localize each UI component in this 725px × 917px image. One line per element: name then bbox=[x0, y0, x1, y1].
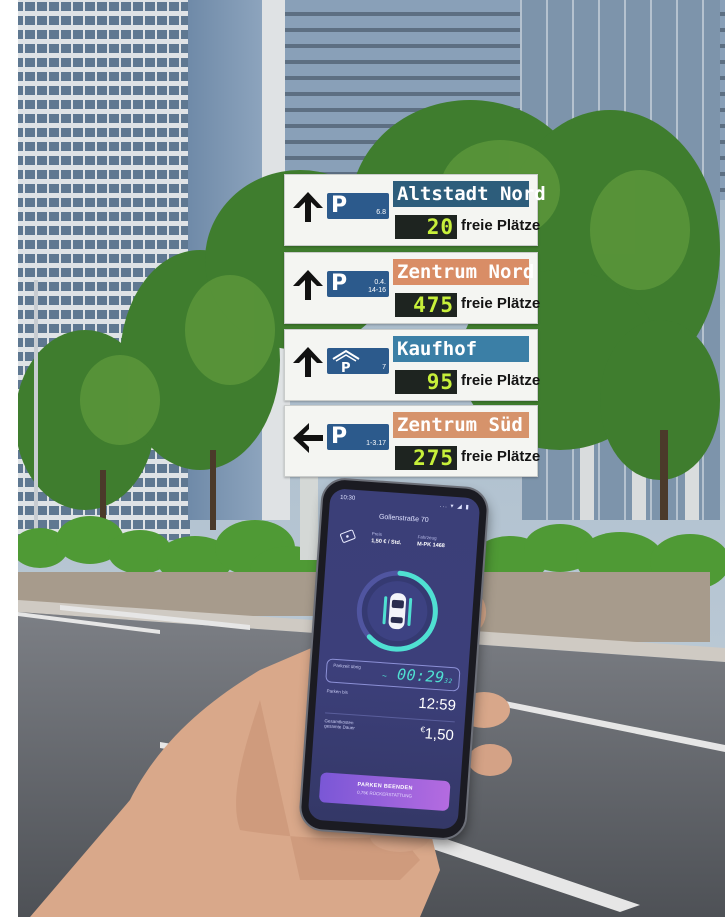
arrow-up-icon bbox=[293, 347, 323, 377]
parking-sign-2: P 0.4. 14-16 Zentrum Nord 475 freie Plät… bbox=[284, 252, 541, 324]
destination-label: Zentrum Süd bbox=[393, 412, 529, 438]
vehicle-plate: M-PK 1468 bbox=[416, 541, 446, 550]
parking-p-badge: P 1-3.17 bbox=[327, 424, 389, 450]
parking-progress-ring bbox=[356, 570, 438, 652]
vehicle-info: Fahrzeug M-PK 1468 bbox=[417, 534, 446, 549]
free-spaces-label: freie Plätze bbox=[461, 217, 541, 234]
destination-label: Altstadt Nord bbox=[393, 181, 546, 207]
parking-sign-4: P 1-3.17 Zentrum Süd 275 freie Plätze bbox=[284, 405, 541, 477]
price-value: 1,50 € / Std. bbox=[370, 538, 402, 547]
parking-code: 1-3.17 bbox=[366, 440, 386, 447]
free-spaces-count: 95 bbox=[395, 370, 457, 394]
parking-p-badge: P 0.4. 14-16 bbox=[327, 271, 389, 297]
status-bar: 10:30 ... ▾ ◢ ▮ bbox=[340, 495, 470, 511]
sign-post bbox=[300, 470, 318, 560]
parking-code: 7 bbox=[382, 364, 386, 371]
smartphone: 10:30 ... ▾ ◢ ▮ Gollenstraße 70 Preis 1,… bbox=[299, 478, 489, 840]
parking-p-letter: P bbox=[331, 193, 348, 218]
parking-garage-icon: P bbox=[332, 349, 360, 373]
parking-sign-1: P 6.8 Altstadt Nord 20 freie Plätze bbox=[284, 174, 546, 246]
street-address: Gollenstraße 70 bbox=[378, 513, 429, 525]
status-icons: ... ▾ ◢ ▮ bbox=[439, 502, 470, 511]
remaining-time-box: Parkzeit übrig ~ 00:2932 bbox=[325, 658, 461, 692]
free-spaces-label: freie Plätze bbox=[461, 448, 541, 465]
parking-ticket-icon bbox=[340, 529, 356, 543]
arrow-up-icon bbox=[293, 270, 323, 300]
parking-p-letter: P bbox=[341, 361, 351, 373]
parking-sign-3: P 7 Kaufhof 95 freie Plätze bbox=[284, 329, 541, 401]
arrow-left-icon bbox=[293, 423, 323, 453]
timer-main: 00:29 bbox=[396, 665, 446, 687]
parking-p-letter: P bbox=[331, 271, 348, 296]
destination-label: Zentrum Nord bbox=[393, 259, 534, 285]
timer-prefix: ~ bbox=[381, 671, 388, 681]
total-cost-row: Gesamtkosten gesamte Dauer €1,50 bbox=[323, 718, 454, 751]
free-spaces-label: freie Plätze bbox=[461, 372, 541, 389]
price-label: Preis bbox=[371, 531, 383, 537]
cost-amount: 1,50 bbox=[424, 725, 455, 745]
parking-info-row: Preis 1,50 € / Std. Fahrzeug M-PK 1468 bbox=[336, 527, 468, 566]
end-time-label: Parken bis bbox=[326, 688, 349, 695]
end-parking-button[interactable]: PARKEN BEENDEN 0,75€ RÜCKERSTATTUNG bbox=[318, 772, 451, 812]
timer-seconds: 32 bbox=[444, 677, 453, 686]
parking-app-screen: 10:30 ... ▾ ◢ ▮ Gollenstraße 70 Preis 1,… bbox=[307, 488, 481, 830]
remaining-time-label: Parkzeit übrig bbox=[333, 662, 362, 670]
parking-garage-badge: P 7 bbox=[327, 348, 389, 374]
price-info: Preis 1,50 € / Std. bbox=[371, 531, 402, 546]
free-spaces-count: 20 bbox=[395, 215, 457, 239]
parking-p-badge: P 6.8 bbox=[327, 193, 389, 219]
vehicle-label: Fahrzeug bbox=[417, 534, 437, 541]
parking-p-letter: P bbox=[331, 424, 348, 449]
total-cost-value: €1,50 bbox=[420, 725, 455, 745]
arrow-up-icon bbox=[293, 192, 323, 222]
parking-code: 6.8 bbox=[376, 209, 386, 216]
remaining-time-value: ~ 00:2932 bbox=[382, 664, 454, 687]
free-spaces-count: 475 bbox=[395, 293, 457, 317]
free-spaces-count: 275 bbox=[395, 446, 457, 470]
destination-label: Kaufhof bbox=[393, 336, 529, 362]
status-time: 10:30 bbox=[339, 494, 356, 502]
parking-code: 0.4. 14-16 bbox=[368, 279, 386, 294]
free-spaces-label: freie Plätze bbox=[461, 295, 541, 312]
street-scene: P 6.8 Altstadt Nord 20 freie Plätze P 0.… bbox=[0, 0, 725, 917]
end-time-value: 12:59 bbox=[417, 694, 457, 715]
